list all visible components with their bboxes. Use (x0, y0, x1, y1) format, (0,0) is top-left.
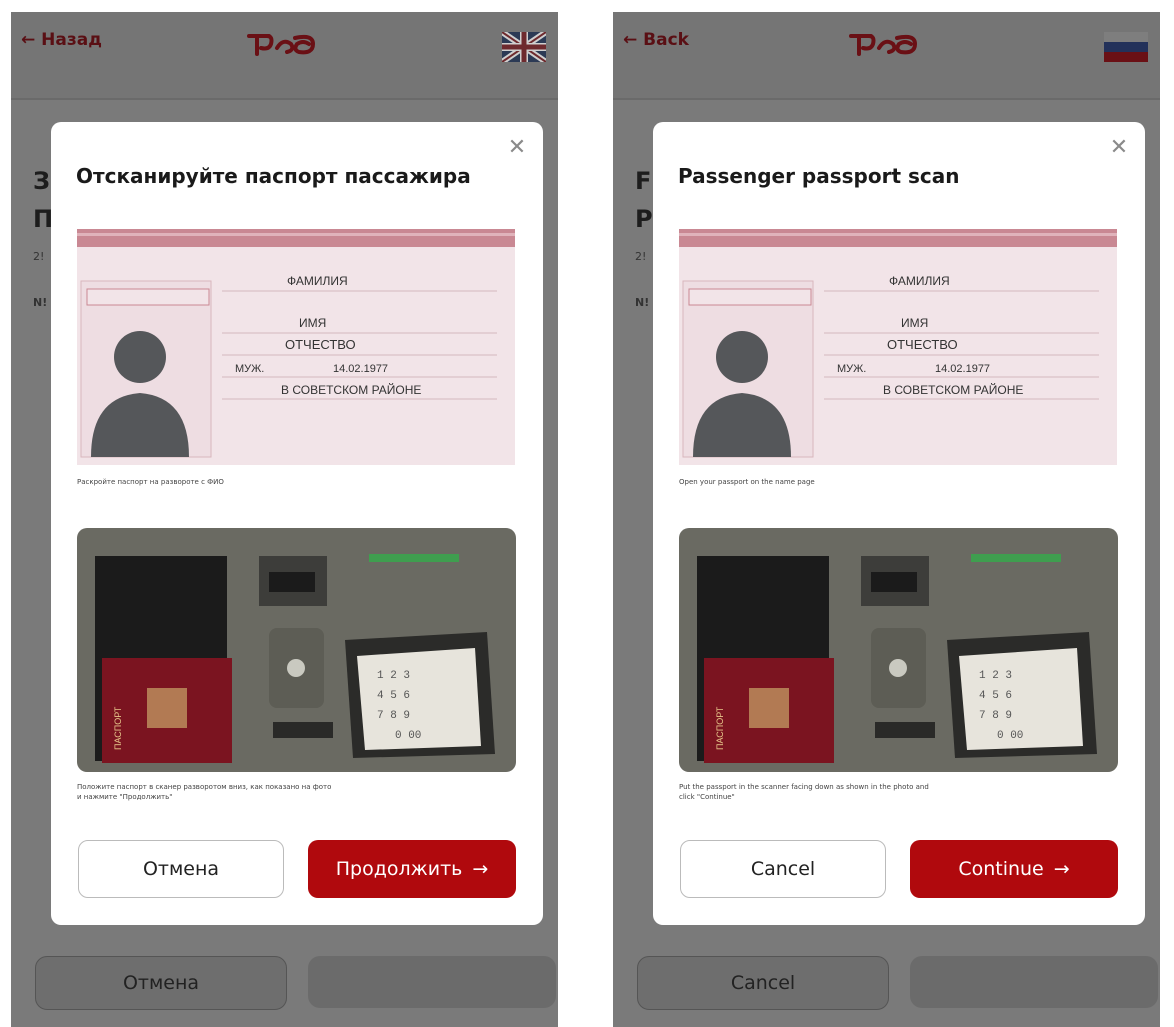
background-title: F P (635, 162, 653, 238)
modal-title: Passenger passport scan (678, 164, 960, 188)
keypad-keys: 1 2 3 (979, 670, 1012, 682)
caption-scan-instructions: Put the passport in the scanner facing d… (679, 783, 929, 801)
russia-flag-icon[interactable] (1104, 32, 1148, 62)
keypad-keys: 0 00 (395, 730, 421, 742)
uk-flag-icon[interactable] (502, 32, 546, 62)
bg-text: 2! (33, 250, 45, 263)
bg-letter: P (635, 205, 653, 233)
rzd-logo (247, 34, 316, 56)
passport-birthplace: В СОВЕТСКОМ РАЙОНЕ (281, 382, 421, 397)
kiosk-illustration: ПАСПОРТ 1 2 3 4 5 6 7 8 9 0 00 (679, 528, 1118, 772)
continue-label: Продолжить (335, 858, 463, 880)
top-bar: ← Back (613, 12, 1160, 100)
passport-name: ИМЯ (901, 316, 928, 330)
screen-english: ← Back F P 2! N! Cancel ✕ Passenger pass… (613, 12, 1160, 1027)
back-button[interactable]: ← Назад (21, 30, 102, 50)
bg-cancel-button: Отмена (35, 956, 287, 1010)
passport-birthplace: В СОВЕТСКОМ РАЙОНЕ (883, 382, 1023, 397)
bg-continue-button (910, 956, 1158, 1008)
modal-title: Отсканируйте паспорт пассажира (76, 164, 471, 188)
passport-patronymic: ОТЧЕСТВО (285, 337, 356, 352)
passport-sex: МУЖ. (235, 363, 264, 375)
keypad-keys: 7 8 9 (377, 710, 410, 722)
kiosk-illustration: ПАСПОРТ 1 2 3 4 5 6 7 8 9 0 00 (77, 528, 516, 772)
bg-text: 2! (635, 250, 647, 263)
cancel-button[interactable]: Cancel (680, 840, 886, 898)
kiosk-passport-text: ПАСПОРТ (715, 706, 725, 750)
bg-cancel-button: Cancel (637, 956, 889, 1010)
passport-name: ИМЯ (299, 316, 326, 330)
cancel-button[interactable]: Отмена (78, 840, 284, 898)
rzd-logo (849, 34, 918, 56)
bg-continue-button (308, 956, 556, 1008)
keypad-keys: 4 5 6 (979, 690, 1012, 702)
bg-text: N! (33, 296, 48, 309)
passport-illustration: ФАМИЛИЯ ИМЯ ОТЧЕСТВО МУЖ. 14.02.1977 В С… (679, 229, 1117, 465)
passport-sex: МУЖ. (837, 363, 866, 375)
arrow-right-icon: → (1053, 858, 1070, 880)
bg-letter: F (635, 167, 652, 195)
close-icon[interactable]: ✕ (505, 136, 529, 160)
keypad-keys: 1 2 3 (377, 670, 410, 682)
caption-open-passport: Раскройте паспорт на развороте с ФИО (77, 478, 224, 486)
continue-label: Continue (958, 858, 1044, 880)
top-bar: ← Назад (11, 12, 558, 100)
continue-button[interactable]: Continue → (910, 840, 1118, 898)
caption-open-passport: Open your passport on the name page (679, 478, 815, 486)
passport-patronymic: ОТЧЕСТВО (887, 337, 958, 352)
keypad-keys: 0 00 (997, 730, 1023, 742)
passport-scan-modal: ✕ Passenger passport scan ФАМИЛИЯ ИМЯ ОТ… (653, 122, 1145, 925)
close-icon[interactable]: ✕ (1107, 136, 1131, 160)
passport-birthdate: 14.02.1977 (333, 363, 388, 375)
keypad-keys: 7 8 9 (979, 710, 1012, 722)
continue-button[interactable]: Продолжить → (308, 840, 516, 898)
caption-scan-instructions: Положите паспорт в сканер разворотом вни… (77, 783, 332, 801)
passport-surname: ФАМИЛИЯ (889, 274, 950, 288)
passport-birthdate: 14.02.1977 (935, 363, 990, 375)
passport-scan-modal: ✕ Отсканируйте паспорт пассажира ФАМИЛИЯ… (51, 122, 543, 925)
back-button[interactable]: ← Back (623, 30, 689, 50)
arrow-right-icon: → (472, 858, 489, 880)
passport-surname: ФАМИЛИЯ (287, 274, 348, 288)
passport-illustration: ФАМИЛИЯ ИМЯ ОТЧЕСТВО МУЖ. 14.02.1977 В С… (77, 229, 515, 465)
bg-text: N! (635, 296, 650, 309)
kiosk-passport-text: ПАСПОРТ (113, 706, 123, 750)
screen-russian: ← Назад З П 2! N! Отмена ✕ Отсканируйте … (11, 12, 558, 1027)
keypad-keys: 4 5 6 (377, 690, 410, 702)
